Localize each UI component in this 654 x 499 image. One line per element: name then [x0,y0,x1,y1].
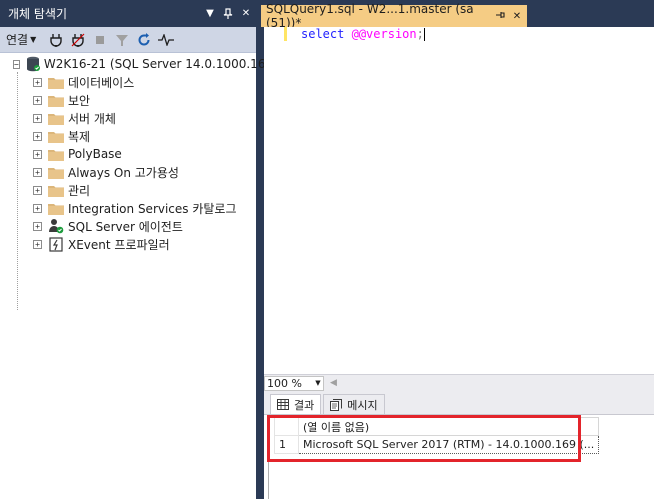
tree-node-server-objects[interactable]: + 서버 개체 [0,109,256,127]
expand-icon[interactable]: + [33,167,42,177]
window-position-dropdown-icon[interactable]: ▼ [202,6,218,22]
tree-node-server[interactable]: − W2K16-21 (SQL Server 14.0.1000.169 [0,55,273,73]
tree-node-label: 보안 [68,93,91,108]
code-line-1[interactable]: select @@version; [301,27,425,41]
tree-node-label: 데이터베이스 [68,75,135,90]
stop-icon[interactable] [90,30,110,50]
expand-icon[interactable]: + [33,221,42,231]
chevron-down-icon[interactable]: ▼ [313,379,323,387]
expand-icon[interactable]: + [33,113,42,123]
zoom-value: 100 % [267,376,302,390]
tree-node-management[interactable]: + 관리 [0,181,256,199]
tree-node-security[interactable]: + 보안 [0,91,256,109]
object-explorer-titlebar: 개체 탐색기 ▼ ✕ [0,0,256,27]
grid-icon [277,399,289,410]
document-tabbar: SQLQuery1.sql - W2...1.master (sa (51))*… [258,0,654,30]
tree-node-replication[interactable]: + 복제 [0,127,256,145]
server-icon [26,56,40,72]
tree-node-label: Always On 고가용성 [68,165,179,180]
zoom-select[interactable]: 100 % ▼ [264,375,324,391]
folder-icon [48,74,64,90]
modified-line-marker [284,27,287,41]
results-grid-area: (열 이름 없음) 1 Microsoft SQL Server 2017 (R… [264,415,654,499]
zoom-strip: 100 % ▼ ◀ [264,374,654,391]
close-icon[interactable]: ✕ [238,6,254,22]
tree-node-label: Integration Services 카탈로그 [68,201,237,216]
tree-node-polybase[interactable]: + PolyBase [0,145,256,163]
chevron-down-icon: ▼ [30,35,37,44]
sql-terminator: ; [416,27,424,41]
grid-left-border [268,415,269,499]
folder-icon [48,182,64,198]
folder-icon [48,128,64,144]
tree-node-label: 관리 [68,183,91,198]
tree-node-sql-agent[interactable]: + SQL Server 에이전트 [0,217,256,235]
results-tabstrip: 결과 메시지 [264,391,654,415]
server-label: W2K16-21 (SQL Server 14.0.1000.169 [43,57,274,71]
grid-corner-cell[interactable] [274,417,299,436]
tab-results[interactable]: 결과 [270,394,322,414]
tab-messages[interactable]: 메시지 [323,394,385,414]
table-row[interactable]: 1 Microsoft SQL Server 2017 (RTM) - 14.0… [274,435,600,454]
connect-plug-icon[interactable] [46,30,66,50]
close-tab-icon[interactable]: ✕ [510,11,524,22]
collapse-icon[interactable]: − [13,59,20,69]
tree-node-always-on[interactable]: + Always On 고가용성 [0,163,256,181]
scroll-left-icon[interactable]: ◀ [330,378,337,388]
folder-icon [48,164,64,180]
expand-icon[interactable]: + [33,77,42,87]
expand-icon[interactable]: + [33,239,42,249]
folder-icon [48,200,64,216]
expand-icon[interactable]: + [33,95,42,105]
results-grid[interactable]: (열 이름 없음) 1 Microsoft SQL Server 2017 (R… [274,417,600,454]
xevent-profiler-icon [48,236,64,252]
pin-tab-icon[interactable] [493,10,507,23]
query-editor[interactable]: select @@version; [264,27,654,374]
sql-agent-icon [48,218,64,234]
tree-node-label: SQL Server 에이전트 [68,219,183,234]
text-caret [423,28,425,41]
object-explorer-panel: 개체 탐색기 ▼ ✕ 연결 ▼ − W2K16-21 (SQL Server 1… [0,0,273,499]
filter-icon[interactable] [112,30,132,50]
tree-node-xevent-profiler[interactable]: + XEvent 프로파일러 [0,235,256,253]
grid-header-row: (열 이름 없음) [274,417,600,436]
editor-gutter [264,27,294,374]
connect-label: 연결 [6,33,29,47]
refresh-icon[interactable] [134,30,154,50]
expand-icon[interactable]: + [33,185,42,195]
messages-icon [330,398,343,411]
object-explorer-title: 개체 탐색기 [8,7,68,21]
row-number[interactable]: 1 [274,435,299,454]
folder-icon [48,92,64,108]
result-cell[interactable]: Microsoft SQL Server 2017 (RTM) - 14.0.1… [297,435,600,454]
column-header[interactable]: (열 이름 없음) [297,417,600,436]
expand-icon[interactable]: + [33,149,42,159]
sql-keyword: select [301,27,345,41]
expand-icon[interactable]: + [33,203,42,213]
tree-node-label: XEvent 프로파일러 [68,237,170,252]
disconnect-icon[interactable] [68,30,88,50]
tree-node-label: PolyBase [68,147,122,161]
sql-system-variable: @@version [351,27,417,41]
tree-node-label: 서버 개체 [68,111,116,126]
pin-icon[interactable] [220,6,236,22]
tab-title: SQLQuery1.sql - W2...1.master (sa (51))* [266,2,474,30]
tree-node-label: 복제 [68,129,91,144]
folder-icon [48,146,64,162]
folder-icon [48,110,64,126]
activity-monitor-icon[interactable] [156,30,176,50]
object-explorer-tree: − W2K16-21 (SQL Server 14.0.1000.169 + 데… [0,53,273,499]
tab-messages-label: 메시지 [347,398,378,412]
expand-icon[interactable]: + [33,131,42,141]
tab-sqlquery1[interactable]: SQLQuery1.sql - W2...1.master (sa (51))*… [261,2,527,30]
connect-button[interactable]: 연결 ▼ [6,31,36,48]
tree-node-integration-services[interactable]: + Integration Services 카탈로그 [0,199,256,217]
tab-results-label: 결과 [294,398,315,412]
tree-node-databases[interactable]: + 데이터베이스 [0,73,256,91]
object-explorer-toolbar: 연결 ▼ [0,27,256,53]
